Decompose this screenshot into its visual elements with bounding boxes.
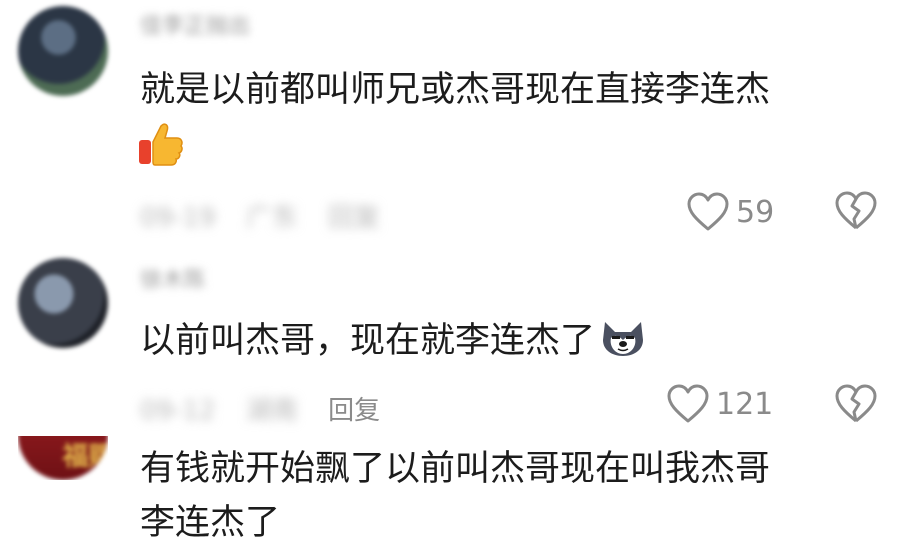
comment-text-line2: 李连杰了 <box>140 503 281 543</box>
comment-text-content: 以前叫杰哥，现在就李连杰了 <box>140 321 596 361</box>
comment-date: 09-19 <box>140 203 216 233</box>
comment-meta: 09-19 广东 回复 <box>140 197 402 234</box>
broken-heart-icon[interactable] <box>833 190 879 232</box>
reply-button[interactable]: 回复 <box>328 396 380 426</box>
reply-button[interactable]: 回复 <box>328 203 380 233</box>
heart-outline-icon <box>667 384 709 423</box>
comment-meta: 09-12 湖南 回复 <box>140 390 380 427</box>
avatar[interactable] <box>18 258 108 348</box>
like-button[interactable]: 59 <box>686 192 774 232</box>
avatar[interactable]: 赐福 <box>18 436 108 480</box>
husky-dog-emoji-icon <box>603 322 644 356</box>
comment-location: 广东 <box>245 203 298 233</box>
comment-text: 就是以前都叫师兄或杰哥现在直接李连杰 <box>140 70 771 110</box>
like-count: 121 <box>716 386 774 422</box>
comment-username[interactable]: 徐木陈 <box>140 262 206 293</box>
broken-heart-icon[interactable] <box>833 383 879 425</box>
avatar-text: 赐福 <box>58 442 108 470</box>
avatar[interactable] <box>18 6 108 96</box>
thumbs-up-emoji-icon <box>139 123 183 166</box>
comment-username[interactable]: 佳李正抛出 <box>140 8 250 39</box>
heart-outline-icon <box>687 192 729 231</box>
comment-date: 09-12 <box>140 396 216 426</box>
comment-text: 有钱就开始飘了以前叫杰哥现在叫我杰哥 <box>140 449 771 489</box>
comment-location: 湖南 <box>245 396 298 426</box>
comment-text: 以前叫杰哥，现在就李连杰了 <box>140 314 647 368</box>
like-count: 59 <box>736 194 775 230</box>
like-button[interactable]: 121 <box>666 384 773 424</box>
